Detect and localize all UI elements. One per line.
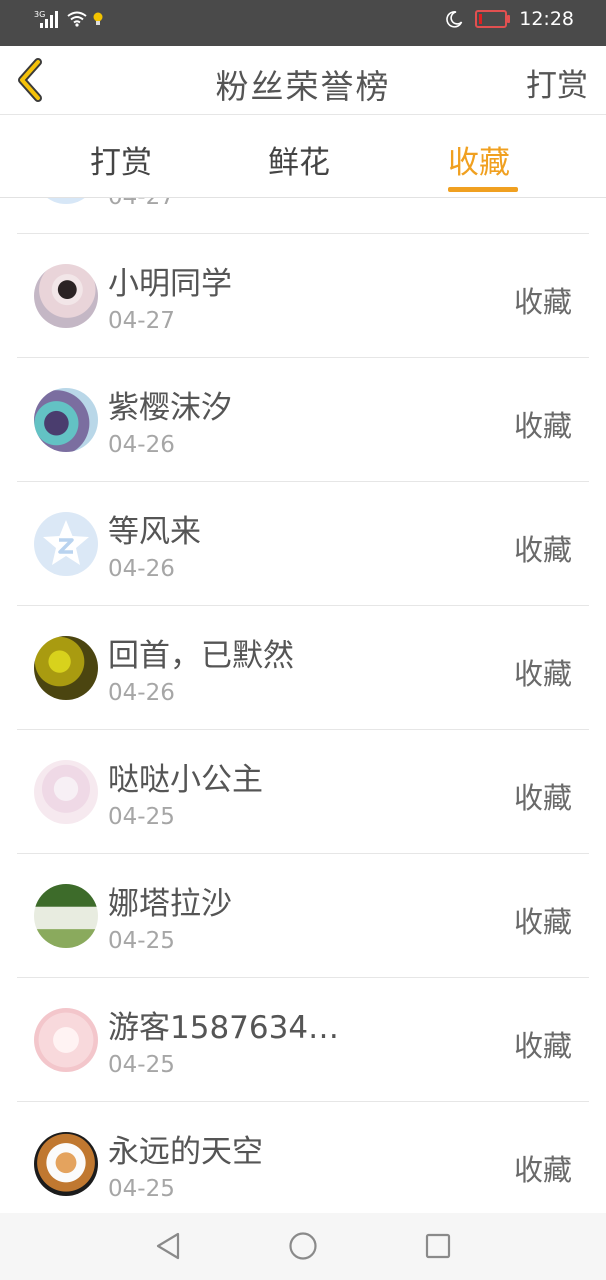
item-name: 哒哒小公主 [108, 762, 263, 798]
avatar [34, 1132, 98, 1196]
clock: 12:28 [519, 8, 574, 30]
item-date: 04-25 [108, 928, 175, 954]
item-action-label: 收藏 [513, 533, 572, 567]
item-date: 04-26 [108, 432, 175, 458]
item-date: 04-25 [108, 1052, 175, 1078]
item-action-label: 收藏 [513, 285, 572, 319]
item-name: 小明同学 [108, 266, 232, 302]
item-action-label: 收藏 [513, 1029, 572, 1063]
status-bar: 3G 12:28 [0, 0, 606, 46]
avatar [34, 636, 98, 700]
reward-button[interactable]: 打赏 [526, 60, 588, 105]
list-item[interactable]: 娜塔拉沙 04-25 收藏 [17, 854, 589, 978]
item-action-label: 收藏 [513, 657, 572, 691]
tab-reward[interactable]: 打赏 [90, 137, 152, 182]
item-name: 回首，已默然 [108, 638, 294, 674]
list-item[interactable]: 游客1587634… 04-25 收藏 [17, 978, 589, 1102]
home-circle-icon[interactable] [288, 1231, 318, 1261]
item-date: 04-27 [108, 198, 175, 210]
avatar [34, 264, 98, 328]
item-date: 04-25 [108, 804, 175, 830]
list-item-partial[interactable]: 04-27 [17, 198, 589, 234]
tab-favorites[interactable]: 收藏 [448, 137, 510, 182]
item-action-label: 收藏 [513, 409, 572, 443]
wifi-icon [67, 11, 87, 27]
item-action-label: 收藏 [513, 781, 572, 815]
page-title: 粉丝荣誉榜 [215, 67, 391, 106]
item-action-label: 收藏 [513, 905, 572, 939]
do-not-disturb-moon-icon [446, 11, 463, 28]
tab-flowers[interactable]: 鲜花 [268, 137, 330, 182]
item-name: 娜塔拉沙 [108, 886, 232, 922]
notification-bulb-icon [93, 12, 103, 25]
avatar [34, 760, 98, 824]
avatar [34, 512, 98, 576]
qq-star-icon [43, 520, 89, 565]
list-item[interactable]: 小明同学 04-27 收藏 [17, 234, 589, 358]
list-item[interactable]: 紫樱沫汐 04-26 收藏 [17, 358, 589, 482]
item-date: 04-25 [108, 1176, 175, 1202]
status-icons-right: 12:28 [445, 8, 574, 30]
fans-list[interactable]: 04-27 小明同学 04-27 收藏 紫樱沫汐 04-26 收藏 等风来 04… [0, 198, 606, 1213]
item-action-label: 收藏 [513, 1153, 572, 1187]
status-icons-left: 3G [34, 10, 104, 28]
system-nav-bar [0, 1213, 606, 1280]
recents-square-icon[interactable] [424, 1231, 452, 1261]
list-item[interactable]: 永远的天空 04-25 收藏 [17, 1102, 589, 1213]
avatar [34, 198, 98, 204]
list-item[interactable]: 等风来 04-26 收藏 [17, 482, 589, 606]
avatar [34, 884, 98, 948]
item-name: 永远的天空 [108, 1134, 263, 1170]
item-name: 紫樱沫汐 [108, 390, 232, 426]
avatar [34, 1008, 98, 1072]
item-name: 等风来 [108, 514, 201, 550]
active-tab-indicator [448, 187, 518, 192]
tab-bar: 打赏 鲜花 收藏 [0, 115, 606, 198]
network-type: 3G [34, 10, 46, 19]
list-item[interactable]: 回首，已默然 04-26 收藏 [17, 606, 589, 730]
item-date: 04-26 [108, 680, 175, 706]
item-date: 04-26 [108, 556, 175, 582]
avatar [34, 388, 98, 452]
back-triangle-icon[interactable] [154, 1231, 182, 1261]
list-item[interactable]: 哒哒小公主 04-25 收藏 [17, 730, 589, 854]
app-header: 粉丝荣誉榜 打赏 [0, 46, 606, 115]
item-date: 04-27 [108, 308, 175, 334]
battery-icon [475, 10, 511, 28]
item-name: 游客1587634… [108, 1010, 340, 1046]
